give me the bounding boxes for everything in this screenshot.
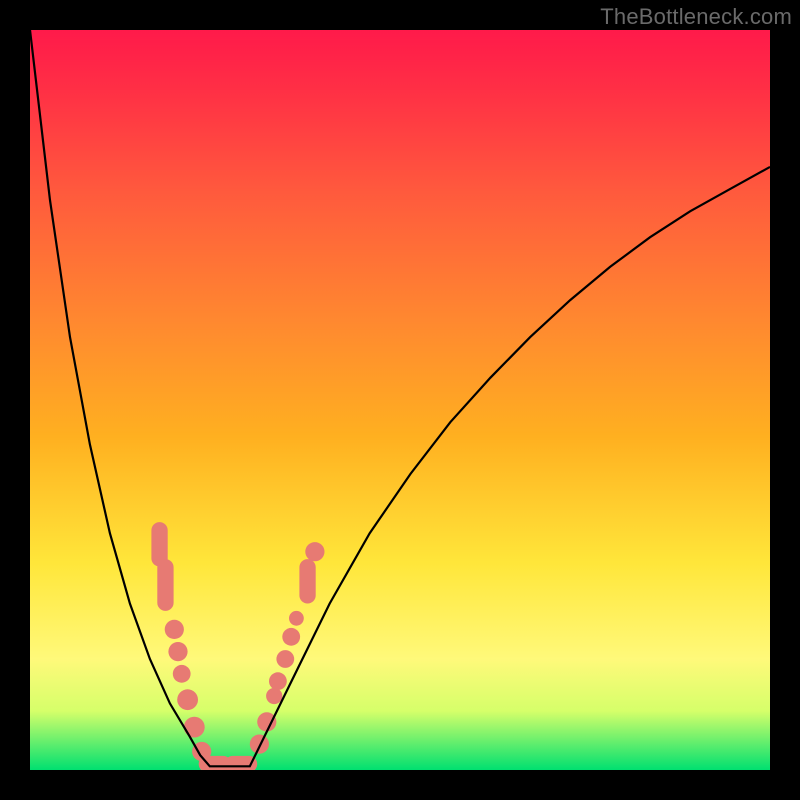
marker-circle <box>257 712 276 731</box>
marker-circle <box>184 717 205 738</box>
marker-circle <box>165 620 184 639</box>
marker-pill <box>299 559 315 603</box>
watermark-text: TheBottleneck.com <box>600 4 792 30</box>
marker-circle <box>289 611 304 626</box>
marker-circle <box>177 689 198 710</box>
chart-svg <box>30 30 770 770</box>
marker-circle <box>305 542 324 561</box>
marker-circle <box>276 650 294 668</box>
marker-circle <box>173 665 191 683</box>
chart-frame: TheBottleneck.com <box>0 0 800 800</box>
curve-path <box>30 30 770 766</box>
plot-area <box>30 30 770 770</box>
marker-circle <box>266 688 282 704</box>
marker-circle <box>168 642 187 661</box>
marker-circle <box>269 672 287 690</box>
markers-group <box>151 522 324 770</box>
marker-circle <box>282 628 300 646</box>
marker-circle <box>250 735 269 754</box>
marker-pill <box>157 559 173 611</box>
